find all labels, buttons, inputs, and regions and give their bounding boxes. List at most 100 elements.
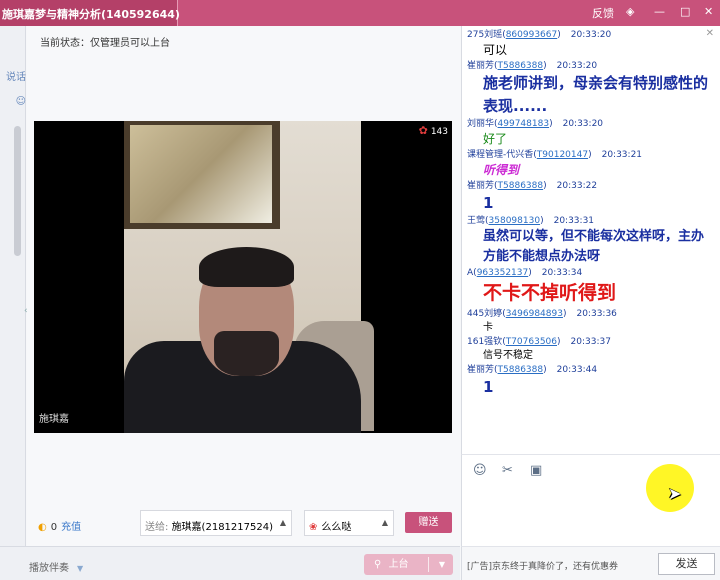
message-text: 可以 bbox=[483, 43, 508, 57]
chevron-up-icon: ▲ bbox=[279, 518, 286, 527]
sidebar-scrollbar[interactable] bbox=[14, 126, 21, 256]
gift-bar: ◐ 0 充值 送给: 施琪嘉(2181217524) ▲ ❀ 么么哒 ▲ 赠送 bbox=[27, 505, 460, 545]
sender-id-link[interactable]: 499748183 bbox=[498, 119, 550, 129]
message-text: 虽然可以等，但不能每次这样呀，主办方能不能想点办法呀 bbox=[483, 229, 705, 264]
message-time: 20:33:21 bbox=[601, 150, 643, 160]
message-text: 不卡不掉听得到 bbox=[483, 282, 617, 304]
sender-id-link[interactable]: T5886388 bbox=[498, 61, 544, 71]
chat-message: 崔丽芳(T5886388) 20:33:22 1 bbox=[462, 180, 720, 215]
mic-icon: ⚲ bbox=[374, 559, 382, 570]
coin-count: 0 bbox=[50, 522, 58, 533]
go-on-stage-button[interactable]: ⚲ 上台 ▼ bbox=[364, 554, 453, 575]
close-button[interactable]: ✕ bbox=[704, 5, 713, 18]
send-bar: [广告]京东终于真降价了，还有优惠券 发送 bbox=[461, 546, 720, 580]
close-icon[interactable]: ✕ bbox=[706, 28, 714, 39]
sender-name[interactable]: 275刘瑶 bbox=[467, 30, 502, 40]
chat-message: 崔丽芳(T5886388) 20:33:20 施老师讲到，母亲会有特别感性的表现..… bbox=[462, 60, 720, 118]
user-icon: ☺ bbox=[15, 96, 26, 107]
emoji-icon[interactable]: ☺ bbox=[473, 463, 487, 478]
accompaniment-label: 播放伴奏 bbox=[29, 563, 69, 574]
chevron-up-icon: ▲ bbox=[381, 518, 388, 527]
message-text: 1 bbox=[483, 378, 494, 396]
rose-icon: ✿ bbox=[418, 124, 428, 137]
feedback-button[interactable]: 反馈 bbox=[592, 5, 614, 21]
message-time: 20:33:37 bbox=[570, 337, 611, 347]
message-text: 1 bbox=[483, 194, 494, 212]
message-time: 20:33:20 bbox=[570, 30, 612, 40]
sender-name[interactable]: 崔丽芳 bbox=[467, 61, 494, 71]
recipient-select[interactable]: 送给: 施琪嘉(2181217524) ▲ bbox=[140, 510, 292, 536]
message-meta: 课程管理-代兴香(T90120147) 20:33:21 bbox=[467, 150, 643, 160]
skin-icon[interactable]: ◈ bbox=[626, 5, 634, 18]
viewer-count: ✿ 143 bbox=[419, 124, 448, 137]
video-frame bbox=[124, 121, 374, 433]
coin-balance: ◐ 0 充值 bbox=[38, 518, 81, 533]
sidebar-item-user[interactable]: ☺ bbox=[0, 88, 26, 116]
room-status: 当前状态：仅管理员可以上台 bbox=[40, 38, 170, 49]
sender-name[interactable]: 王莺 bbox=[467, 216, 485, 226]
message-time: 20:33:20 bbox=[556, 61, 598, 71]
accompaniment-button[interactable]: 播放伴奏 ▼ bbox=[29, 559, 83, 574]
app-window: 施琪嘉梦与精神分析(140592644) 反馈 ◈ — □ ✕ 说话 ☺ ‹ 当… bbox=[0, 0, 720, 580]
main-panel: 当前状态：仅管理员可以上台 施琪嘉 ✿ 143 bbox=[27, 26, 460, 546]
maximize-button[interactable]: □ bbox=[680, 5, 690, 18]
chat-message: 崔丽芳(T5886388) 20:33:44 1 bbox=[462, 364, 720, 399]
minimize-button[interactable]: — bbox=[654, 5, 665, 18]
message-text: 听得到 bbox=[483, 163, 520, 177]
chat-message: 王莺(358098130) 20:33:31 虽然可以等，但不能每次这样呀，主办方能… bbox=[462, 215, 720, 267]
sender-id-link[interactable]: 963352137 bbox=[477, 268, 529, 278]
sidebar-item-label: 说话 bbox=[6, 72, 26, 83]
recipient-value: 施琪嘉(2181217524) bbox=[171, 522, 273, 533]
sender-id-link[interactable]: T70763506 bbox=[506, 337, 557, 347]
chat-history[interactable]: ✕ 275刘瑶(860993667) 20:33:20 可以 崔丽芳(T5886388… bbox=[461, 26, 720, 454]
sender-name[interactable]: 445刘婷 bbox=[467, 309, 502, 319]
title-bar: 施琪嘉梦与精神分析(140592644) 反馈 ◈ — □ ✕ bbox=[0, 0, 720, 26]
message-meta: 刘丽华(499748183) 20:33:20 bbox=[467, 119, 604, 129]
send-gift-button[interactable]: 赠送 bbox=[405, 512, 452, 533]
ad-link[interactable]: [广告]京东终于真降价了，还有优惠券 bbox=[467, 559, 618, 572]
sidebar-item-chat[interactable]: 说话 bbox=[0, 60, 26, 88]
message-text: 卡 bbox=[483, 322, 493, 333]
message-time: 20:33:20 bbox=[562, 119, 604, 129]
message-time: 20:33:44 bbox=[556, 365, 598, 375]
sender-id-link[interactable]: 358098130 bbox=[489, 216, 541, 226]
bottom-toolbar: 播放伴奏 ▼ ⚲ 上台 ▼ bbox=[0, 546, 460, 580]
mouse-cursor-icon: ➤ bbox=[668, 484, 682, 503]
chat-message: 刘丽华(499748183) 20:33:20 好了 bbox=[462, 118, 720, 149]
sender-id-link[interactable]: T90120147 bbox=[537, 150, 588, 160]
gift-name: 么么哒 bbox=[321, 522, 352, 533]
chevron-down-icon[interactable]: ▼ bbox=[439, 554, 445, 575]
sender-id-link[interactable]: T5886388 bbox=[498, 365, 544, 375]
sender-name[interactable]: 崔丽芳 bbox=[467, 181, 494, 191]
image-icon[interactable]: ▣ bbox=[530, 463, 542, 478]
message-meta: 崔丽芳(T5886388) 20:33:44 bbox=[467, 365, 598, 375]
message-time: 20:33:22 bbox=[556, 181, 598, 191]
sender-name[interactable]: 崔丽芳 bbox=[467, 365, 494, 375]
sender-id-link[interactable]: 860993667 bbox=[506, 30, 558, 40]
message-list: 275刘瑶(860993667) 20:33:20 可以 崔丽芳(T5886388) 2… bbox=[462, 26, 720, 399]
message-meta: 崔丽芳(T5886388) 20:33:20 bbox=[467, 61, 598, 71]
sender-name[interactable]: 刘丽华 bbox=[467, 119, 494, 129]
sender-id-link[interactable]: T5886388 bbox=[498, 181, 544, 191]
sender-name[interactable]: 161强钦 bbox=[467, 337, 502, 347]
message-meta: 王莺(358098130) 20:33:31 bbox=[467, 216, 595, 226]
message-text: 好了 bbox=[483, 132, 508, 146]
charge-link[interactable]: 充值 bbox=[61, 522, 81, 533]
chevron-down-icon: ▼ bbox=[77, 564, 84, 573]
sender-name[interactable]: 课程管理-代兴香 bbox=[467, 150, 533, 160]
scissors-icon[interactable]: ✂ bbox=[502, 463, 513, 478]
gift-select[interactable]: ❀ 么么哒 ▲ bbox=[304, 510, 394, 536]
message-meta: 161强钦(T70763506) 20:33:37 bbox=[467, 337, 611, 347]
chat-message: A(963352137) 20:33:34 不卡不掉听得到 bbox=[462, 267, 720, 308]
window-title: 施琪嘉梦与精神分析(140592644) bbox=[2, 8, 180, 21]
message-text: 信号不稳定 bbox=[483, 350, 533, 361]
stage-label: 上台 bbox=[388, 559, 409, 570]
video-stream[interactable]: 施琪嘉 ✿ 143 bbox=[34, 121, 452, 433]
chat-message: 161强钦(T70763506) 20:33:37 信号不稳定 bbox=[462, 336, 720, 364]
send-button[interactable]: 发送 bbox=[658, 553, 715, 575]
sender-id-link[interactable]: 3496984893 bbox=[506, 309, 563, 319]
viewer-count-value: 143 bbox=[430, 127, 448, 137]
message-meta: 崔丽芳(T5886388) 20:33:22 bbox=[467, 181, 598, 191]
message-time: 20:33:36 bbox=[576, 309, 617, 319]
recipient-label: 送给: bbox=[145, 522, 169, 533]
